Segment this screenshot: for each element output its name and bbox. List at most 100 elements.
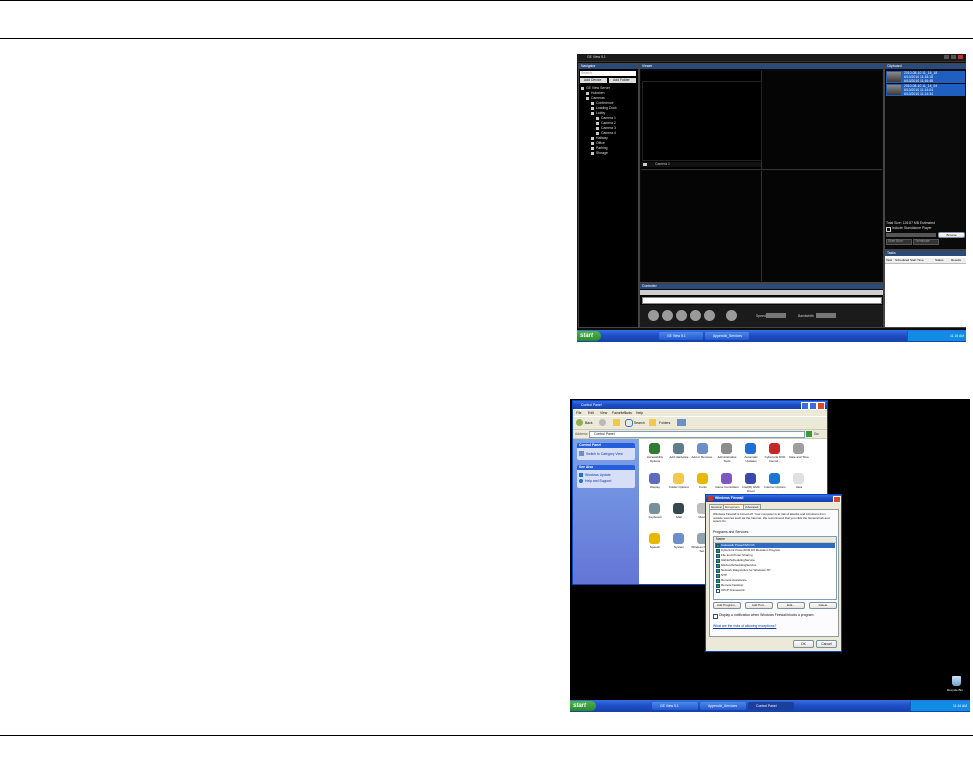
task-column-header[interactable]: Task <box>886 258 892 262</box>
cp-icon-label: System <box>673 545 684 549</box>
taskbar-item-appendix[interactable]: Appendix_Services <box>700 702 746 710</box>
go-button[interactable] <box>806 431 812 437</box>
cp-close-button[interactable] <box>817 402 825 410</box>
folders-icon[interactable] <box>649 419 656 426</box>
add-device-button[interactable]: Add Device <box>580 78 607 83</box>
search-input[interactable]: Search <box>580 71 636 76</box>
rewind-button[interactable] <box>648 310 659 321</box>
taskbar-item-geview[interactable]: GE View 5.1 <box>652 702 698 710</box>
task-column-header[interactable]: Status <box>935 258 944 262</box>
taskbar-item-control-panel[interactable]: Control Panel <box>748 702 794 710</box>
browse-button[interactable]: Browse <box>938 232 965 238</box>
destination-input[interactable] <box>886 233 936 237</box>
video-cell-1[interactable]: Camera 1 <box>641 71 762 170</box>
views-icon[interactable] <box>677 419 686 426</box>
taskbar-item-appendix[interactable]: Appendix_Services <box>705 332 749 340</box>
cp-minimize-button[interactable] <box>801 402 809 410</box>
back-icon[interactable] <box>576 419 583 426</box>
firewall-list-button[interactable]: Edit... <box>777 602 805 609</box>
switch-view-icon <box>579 451 584 456</box>
menu-item[interactable]: Edit <box>588 411 594 415</box>
program-row[interactable]: UPnP Framework <box>715 588 835 593</box>
risk-link[interactable]: What are the risks of allowing exception… <box>713 624 776 628</box>
cp-icon-item[interactable]: Mail <box>667 501 691 529</box>
firewall-close-button[interactable] <box>833 496 841 503</box>
taskbar-item-geview[interactable]: GE View 5.1 <box>659 332 703 340</box>
notify-checkbox[interactable] <box>713 614 718 619</box>
firewall-list-button[interactable]: Add Program... <box>713 602 741 609</box>
firewall-list-button[interactable]: Add Port... <box>745 602 773 609</box>
pause-button[interactable] <box>676 310 687 321</box>
step-forward-button[interactable] <box>690 310 701 321</box>
video-cell-2[interactable] <box>762 71 882 170</box>
cp-icon-item[interactable]: Folder Options <box>667 471 691 499</box>
recycle-bin-icon[interactable] <box>952 676 961 686</box>
task-column-header[interactable]: Scheduled Start Time <box>895 258 924 262</box>
minimize-button[interactable] <box>944 55 949 59</box>
tree-node[interactable]: Storage <box>591 151 641 156</box>
tree-node-label: GE View Server <box>586 86 611 90</box>
fast-forward-button[interactable] <box>704 310 715 321</box>
cancel-button[interactable]: Cancel <box>816 640 837 648</box>
menu-item[interactable]: Tools <box>624 411 632 415</box>
menu-item[interactable]: View <box>600 411 607 415</box>
maximize-button[interactable] <box>951 55 956 59</box>
up-folder-icon[interactable] <box>613 419 620 426</box>
menu-item[interactable]: File <box>576 411 581 415</box>
cp-icon-item[interactable]: Administrative Tools <box>715 441 739 469</box>
add-folder-button[interactable]: Add Folder <box>609 78 636 83</box>
navigator-title: Navigator <box>581 64 596 68</box>
cp-icon-item[interactable]: Display <box>643 471 667 499</box>
cp-icon-item[interactable]: Automatic Updates <box>739 441 763 469</box>
video-cell-4[interactable] <box>762 171 882 281</box>
ok-button[interactable]: OK <box>793 640 814 648</box>
tree-node-label: Camera 4 <box>601 131 616 135</box>
timeline-slider[interactable] <box>642 297 882 304</box>
notify-label: Display a notification when Windows Fire… <box>719 613 814 617</box>
speed-input[interactable] <box>766 313 786 318</box>
name-column-label: Name <box>716 537 726 541</box>
close-button[interactable] <box>958 55 963 59</box>
cp-icon-item[interactable]: Add or Remove... <box>691 441 715 469</box>
firewall-list-button[interactable]: Delete <box>809 602 837 609</box>
search-icon[interactable] <box>625 419 633 427</box>
tasks-title: Tasks <box>887 251 896 255</box>
taskbar-item-label: GE View 5.1 <box>667 334 686 338</box>
cp-icon-item[interactable]: System <box>667 531 691 559</box>
cp-icon-item[interactable]: Add Hardware <box>667 441 691 469</box>
step-back-button[interactable] <box>662 310 673 321</box>
firewall-list-button-label: Edit... <box>787 603 795 607</box>
clip-item[interactable]: 2010-08-10 11_14_04 6/10/2010 11:14:04 6/1… <box>886 84 965 96</box>
forward-icon[interactable] <box>599 419 606 426</box>
cp-icon-item[interactable]: CyberLink DVD Decod... <box>763 441 787 469</box>
live-button[interactable] <box>726 310 737 321</box>
help-support-link[interactable]: Help and Support <box>585 479 611 483</box>
folder-icon <box>591 147 594 150</box>
bandwidth-input[interactable] <box>816 313 836 318</box>
controller-panel: Controller Speed Bandwidth <box>639 283 884 328</box>
cp-applet-icon <box>673 473 684 484</box>
firewall-list-button-label: Add Port... <box>751 603 767 607</box>
cp-icon-item[interactable]: Accessibility Options <box>643 441 667 469</box>
start-button[interactable]: start <box>570 701 596 711</box>
include-player-label: Include Standalone Player <box>892 226 932 230</box>
include-player-checkbox[interactable] <box>886 227 891 232</box>
task-column-header[interactable]: Results <box>951 258 961 262</box>
cp-maximize-button[interactable] <box>809 402 817 410</box>
address-input[interactable]: Control Panel <box>589 431 805 438</box>
switch-view-link[interactable]: Switch to Category View <box>586 452 623 456</box>
programs-list[interactable]: Name Cakewalk PowerDVD DX CyberLink Power… <box>713 536 837 600</box>
video-cell-3[interactable] <box>641 171 762 281</box>
clip-item[interactable]: 2010-08-10 11_16_18 6/10/2010 11:16:18 6/1… <box>886 71 965 83</box>
program-checkbox[interactable] <box>716 589 720 593</box>
cp-icon-item[interactable]: Speech <box>643 531 667 559</box>
back-label: Back <box>585 421 593 425</box>
cp-icon-item[interactable]: Keyboard <box>643 501 667 529</box>
cp-icon-item[interactable]: Date and Time <box>787 441 811 469</box>
windows-update-link[interactable]: Windows Update <box>585 473 611 477</box>
tree-node-label: Office <box>596 141 605 145</box>
cp-applet-icon <box>769 443 780 454</box>
menu-item[interactable]: Help <box>636 411 643 415</box>
start-button[interactable]: start <box>577 331 601 341</box>
folder-icon <box>596 132 599 135</box>
